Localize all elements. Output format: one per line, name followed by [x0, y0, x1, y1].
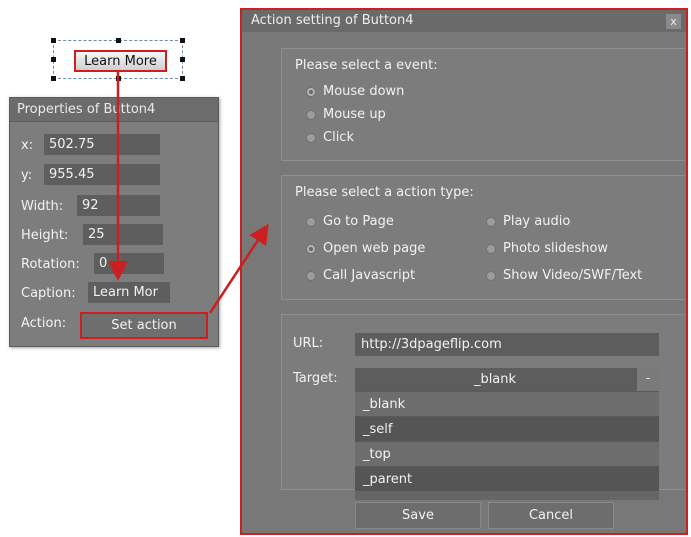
- y-field[interactable]: 955.45: [44, 164, 160, 185]
- resize-handle[interactable]: [180, 38, 185, 43]
- width-label: Width:: [21, 199, 64, 214]
- close-button[interactable]: x: [666, 14, 681, 29]
- target-selected-value: _blank: [473, 372, 517, 387]
- dialog-title: Action setting of Button4: [242, 10, 686, 32]
- resize-handle[interactable]: [116, 38, 121, 43]
- x-field[interactable]: 502.75: [44, 134, 160, 155]
- rotation-field[interactable]: 0: [94, 253, 164, 274]
- radio-label: Show Video/SWF/Text: [503, 268, 643, 283]
- target-dropdown-list: _blank _self _top _parent: [355, 391, 659, 500]
- radio-label: Mouse up: [323, 107, 386, 122]
- caption-label: Caption:: [21, 286, 76, 301]
- height-label: Height:: [21, 228, 69, 243]
- properties-panel: Properties of Button4 x: 502.75 y: 955.4…: [9, 97, 219, 347]
- radio-label: Play audio: [503, 214, 571, 229]
- width-field[interactable]: 92: [77, 195, 160, 216]
- radio-dot-icon: [306, 216, 316, 227]
- event-group-label: Please select a event:: [295, 58, 438, 73]
- learn-more-button[interactable]: Learn More: [74, 50, 167, 72]
- target-option-top[interactable]: _top: [355, 441, 659, 466]
- radio-dot-icon: [306, 109, 316, 120]
- radio-mouse-down[interactable]: Mouse down: [306, 84, 404, 99]
- url-input[interactable]: http://3dpageflip.com: [355, 333, 659, 356]
- y-label: y:: [21, 168, 33, 183]
- radio-label: Click: [323, 130, 354, 145]
- resize-handle[interactable]: [116, 76, 121, 81]
- radio-go-to-page[interactable]: Go to Page: [306, 214, 394, 229]
- radio-label: Open web page: [323, 241, 426, 256]
- radio-label: Call Javascript: [323, 268, 416, 283]
- set-action-button[interactable]: Set action: [80, 312, 208, 339]
- action-label: Action:: [21, 316, 67, 331]
- radio-label: Go to Page: [323, 214, 394, 229]
- radio-open-web-page[interactable]: Open web page: [306, 241, 425, 256]
- resize-handle[interactable]: [51, 76, 56, 81]
- properties-title: Properties of Button4: [10, 98, 218, 122]
- url-label: URL:: [293, 336, 324, 351]
- radio-dot-icon: [306, 243, 316, 254]
- action-type-group-label: Please select a action type:: [295, 185, 474, 200]
- save-button[interactable]: Save: [355, 502, 481, 529]
- radio-dot-icon: [306, 132, 316, 143]
- radio-photo-slideshow[interactable]: Photo slideshow: [486, 241, 608, 256]
- selected-button-frame[interactable]: Learn More: [51, 38, 185, 81]
- radio-dot-icon: [486, 270, 496, 281]
- target-option-parent[interactable]: _parent: [355, 466, 659, 491]
- radio-click[interactable]: Click: [306, 130, 354, 145]
- caption-field[interactable]: Learn Mor: [88, 282, 170, 303]
- resize-handle[interactable]: [51, 38, 56, 43]
- radio-dot-icon: [486, 216, 496, 227]
- x-label: x:: [21, 138, 34, 153]
- radio-show-video-swf-text[interactable]: Show Video/SWF/Text: [486, 268, 642, 283]
- radio-call-javascript[interactable]: Call Javascript: [306, 268, 415, 283]
- resize-handle[interactable]: [180, 57, 185, 62]
- target-option-blank[interactable]: _blank: [355, 391, 659, 416]
- cancel-button[interactable]: Cancel: [488, 502, 614, 529]
- target-option-self[interactable]: _self: [355, 416, 659, 441]
- action-setting-dialog: Action setting of Button4 x Please selec…: [240, 8, 688, 535]
- rotation-label: Rotation:: [21, 257, 80, 272]
- action-type-group: Please select a action type: Go to Page …: [281, 175, 685, 300]
- radio-dot-icon: [306, 86, 316, 97]
- radio-dot-icon: [306, 270, 316, 281]
- radio-label: Mouse down: [323, 84, 405, 99]
- dropdown-toggle-icon[interactable]: -: [636, 368, 659, 391]
- radio-play-audio[interactable]: Play audio: [486, 214, 570, 229]
- resize-handle[interactable]: [180, 76, 185, 81]
- event-group: Please select a event: Mouse down Mouse …: [281, 48, 685, 161]
- radio-mouse-up[interactable]: Mouse up: [306, 107, 386, 122]
- target-select[interactable]: _blank -: [355, 368, 659, 391]
- radio-dot-icon: [486, 243, 496, 254]
- height-field[interactable]: 25: [83, 224, 163, 245]
- radio-label: Photo slideshow: [503, 241, 609, 256]
- target-label: Target:: [293, 371, 338, 386]
- resize-handle[interactable]: [51, 57, 56, 62]
